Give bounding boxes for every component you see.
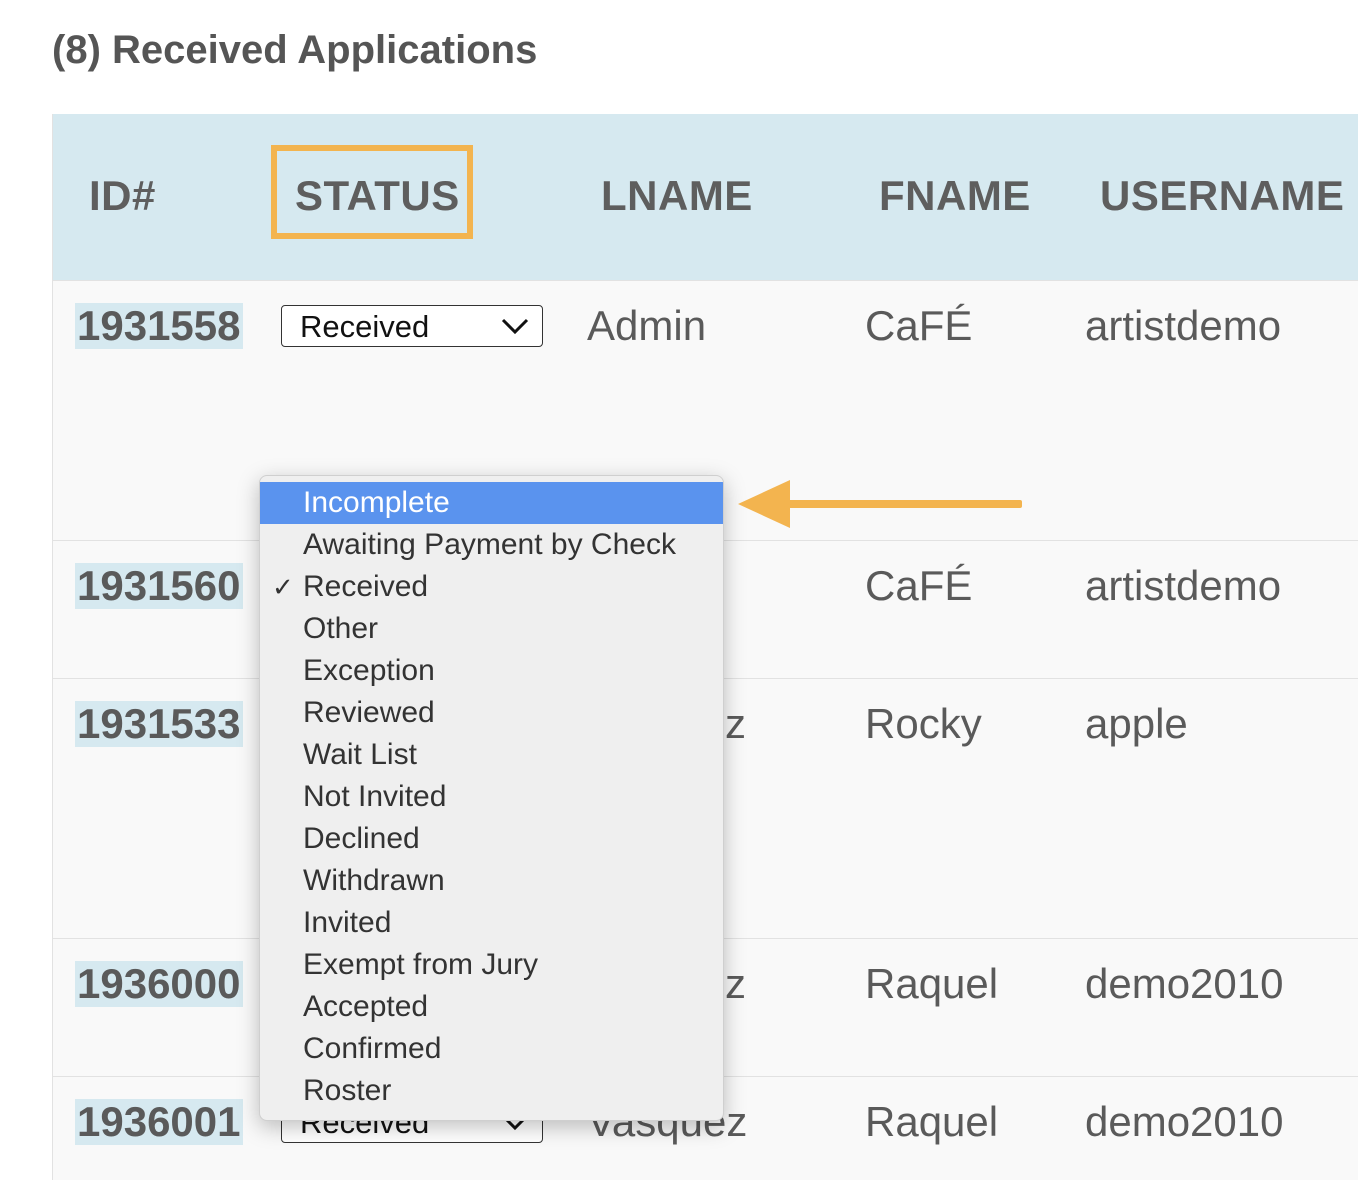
username-cell: demo2010: [1085, 1098, 1284, 1145]
column-header-fname[interactable]: FNAME: [879, 172, 1031, 220]
status-option[interactable]: Not Invited: [260, 776, 723, 818]
status-option-label: Exception: [303, 654, 435, 687]
status-option-label: Exempt from Jury: [303, 948, 539, 981]
status-option-label: Wait List: [303, 738, 417, 771]
status-option-label: Other: [303, 612, 379, 645]
checkmark-icon: ✓: [272, 572, 294, 602]
status-option[interactable]: Other: [260, 608, 723, 650]
status-option[interactable]: Awaiting Payment by Check: [260, 524, 723, 566]
status-option-label: Withdrawn: [303, 864, 445, 897]
status-select[interactable]: Received: [281, 305, 543, 347]
status-option[interactable]: Exception: [260, 650, 723, 692]
fname-cell: CaFÉ: [865, 302, 973, 349]
status-option-label: Accepted: [303, 990, 429, 1023]
fname-cell: Raquel: [865, 960, 999, 1007]
status-option[interactable]: Invited: [260, 902, 723, 944]
application-id[interactable]: 1931560: [75, 563, 243, 609]
status-option[interactable]: Wait List: [260, 734, 723, 776]
status-option-label: Confirmed: [303, 1032, 442, 1065]
lname-cell: Admin: [587, 302, 707, 349]
application-id[interactable]: 1936000: [75, 961, 243, 1007]
status-option-label: Received: [303, 570, 429, 603]
status-dropdown-menu: Incomplete Awaiting Payment by Check ✓ Rece…: [259, 475, 724, 1121]
status-option-label: Declined: [303, 822, 420, 855]
column-header-username[interactable]: USERNAME: [1100, 172, 1344, 220]
fname-cell: Rocky: [865, 700, 982, 747]
column-header-status[interactable]: STATUS: [295, 172, 460, 220]
chevron-down-icon: [501, 318, 529, 335]
column-header-id[interactable]: ID#: [89, 172, 156, 220]
lname-cell: z: [725, 960, 746, 1007]
fname-cell: Raquel: [865, 1098, 999, 1145]
column-header-lname[interactable]: LNAME: [601, 172, 753, 220]
status-select-value: Received: [300, 309, 430, 344]
username-cell: apple: [1085, 700, 1188, 747]
status-option[interactable]: Declined: [260, 818, 723, 860]
status-option-label: Invited: [303, 906, 392, 939]
status-option[interactable]: Confirmed: [260, 1028, 723, 1070]
status-option-label: Awaiting Payment by Check: [303, 528, 676, 561]
status-option[interactable]: Roster: [260, 1070, 723, 1112]
status-option-label: Roster: [303, 1074, 392, 1107]
username-cell: artistdemo: [1085, 562, 1282, 609]
status-option[interactable]: Incomplete: [260, 482, 723, 524]
lname-cell: z: [725, 700, 746, 747]
status-option[interactable]: Accepted: [260, 986, 723, 1028]
table-header: ID# STATUS LNAME FNAME USERNAME: [53, 114, 1358, 280]
application-id[interactable]: 1931533: [75, 701, 243, 747]
page-title: (8) Received Applications: [52, 28, 538, 72]
status-option[interactable]: Withdrawn: [260, 860, 723, 902]
status-option-label: Not Invited: [303, 780, 447, 813]
status-option[interactable]: ✓ Received: [260, 566, 723, 608]
application-id[interactable]: 1936001: [75, 1099, 243, 1145]
username-cell: artistdemo: [1085, 302, 1282, 349]
arrow-left-icon: [738, 480, 1022, 528]
application-id[interactable]: 1931558: [75, 303, 243, 349]
status-option[interactable]: Exempt from Jury: [260, 944, 723, 986]
username-cell: demo2010: [1085, 960, 1284, 1007]
status-option-label: Incomplete: [303, 486, 450, 519]
status-option-label: Reviewed: [303, 696, 435, 729]
fname-cell: CaFÉ: [865, 562, 973, 609]
status-option[interactable]: Reviewed: [260, 692, 723, 734]
